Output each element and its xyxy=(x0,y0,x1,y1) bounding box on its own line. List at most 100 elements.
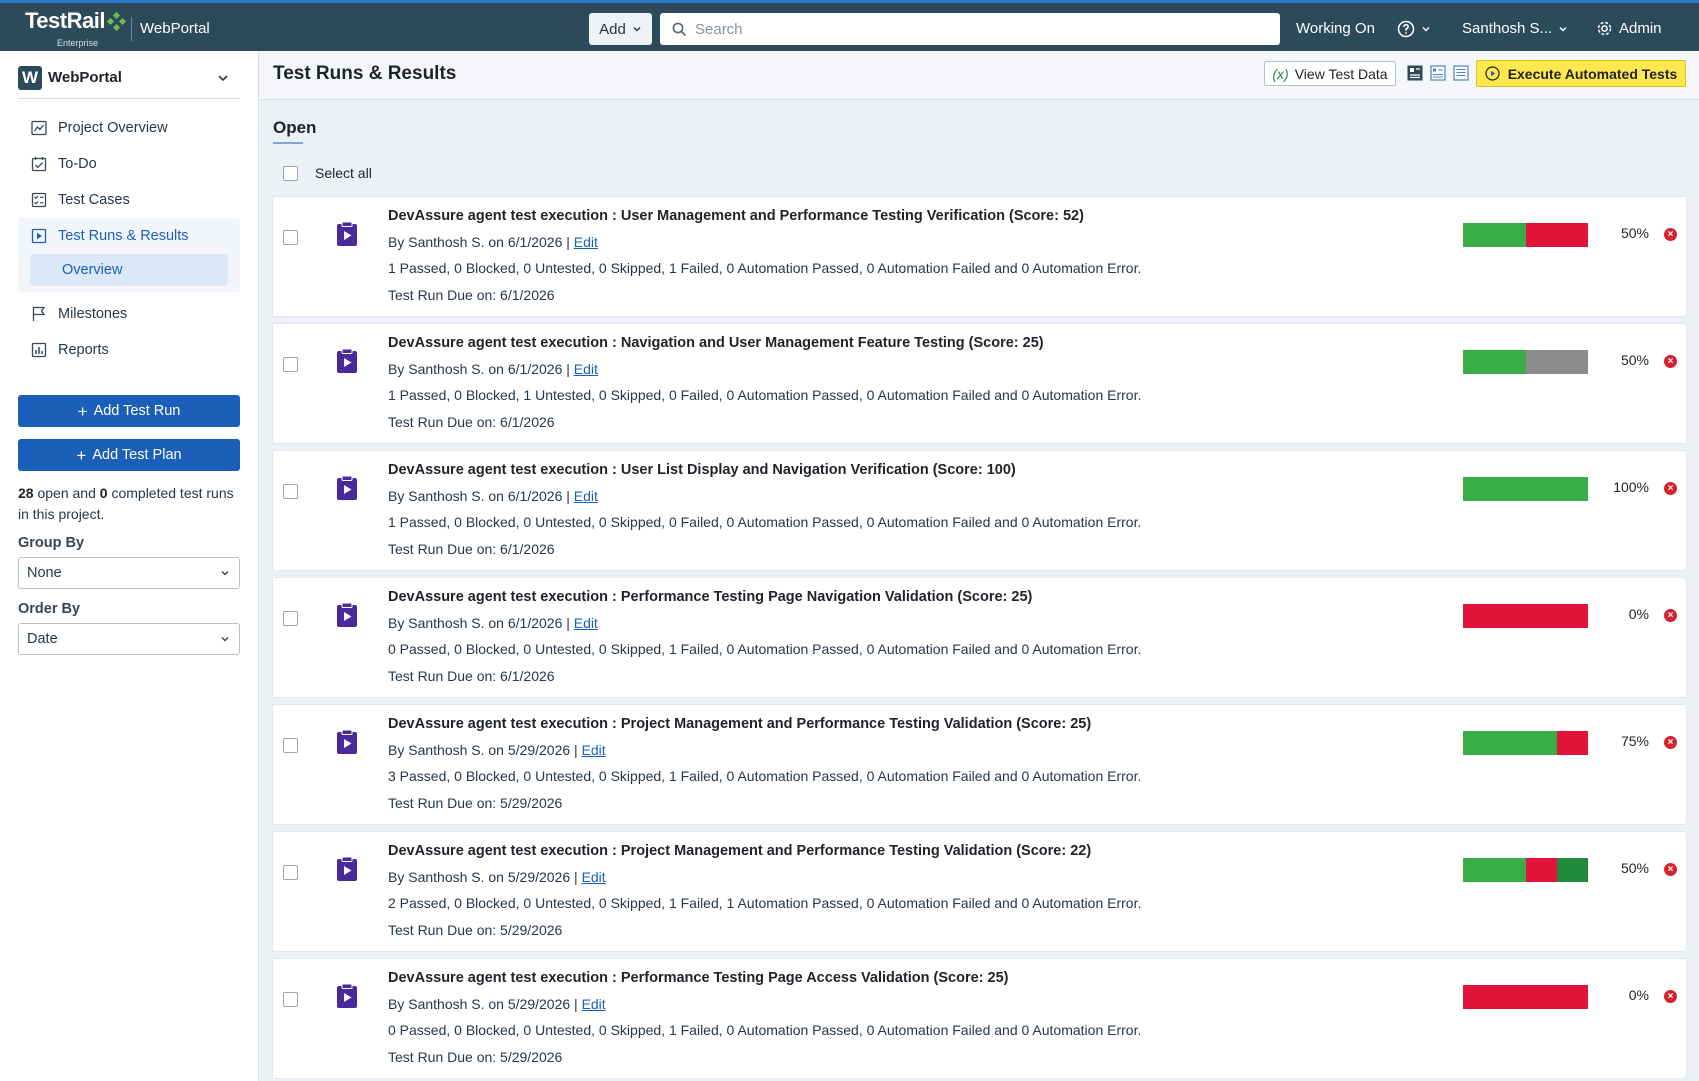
group-by-label: Group By xyxy=(18,535,85,551)
progress-bar xyxy=(1463,858,1588,882)
progress-segment xyxy=(1556,731,1588,755)
add-test-plan-button[interactable]: + Add Test Plan xyxy=(18,439,240,471)
sidebar-item-label: Test Runs & Results xyxy=(58,228,189,244)
sidebar-item-project-overview[interactable]: Project Overview xyxy=(18,110,240,146)
working-on-menu[interactable]: Working On xyxy=(1296,20,1375,37)
test-run-title[interactable]: DevAssure agent test execution : Navigat… xyxy=(388,335,1044,351)
progress-percent: 0% xyxy=(1628,606,1649,622)
header-project-name[interactable]: WebPortal xyxy=(140,20,210,37)
test-run-checkbox[interactable] xyxy=(283,738,298,753)
order-by-label: Order By xyxy=(18,601,81,617)
test-run-title[interactable]: DevAssure agent test execution : User Li… xyxy=(388,462,1016,478)
edit-link[interactable]: Edit xyxy=(582,869,606,885)
sidebar-item-milestones[interactable]: Milestones xyxy=(18,296,240,332)
help-menu[interactable] xyxy=(1397,20,1431,38)
select-all-row[interactable]: Select all xyxy=(283,165,372,181)
sidebar-item-test-cases[interactable]: Test Cases xyxy=(18,182,240,218)
group-by-select[interactable]: None xyxy=(18,557,240,589)
test-run-due: Test Run Due on: 6/1/2026 xyxy=(388,287,555,303)
progress-bar xyxy=(1463,477,1588,501)
progress-percent: 50% xyxy=(1620,860,1649,876)
test-run-icon xyxy=(337,856,357,881)
chevron-down-icon xyxy=(1559,26,1567,31)
progress-segment xyxy=(1525,223,1588,247)
test-runs-list: DevAssure agent test execution : User Ma… xyxy=(273,197,1686,1081)
close-run-icon[interactable]: × xyxy=(1664,228,1677,241)
test-run-title[interactable]: DevAssure agent test execution : Project… xyxy=(388,716,1091,732)
test-run-due: Test Run Due on: 5/29/2026 xyxy=(388,922,563,938)
test-run-checkbox[interactable] xyxy=(283,484,298,499)
add-test-run-label: Add Test Run xyxy=(93,403,181,419)
select-all-checkbox[interactable] xyxy=(283,165,298,181)
test-run-title[interactable]: DevAssure agent test execution : Project… xyxy=(388,843,1091,859)
test-run-checkbox[interactable] xyxy=(283,992,298,1007)
close-run-icon[interactable]: × xyxy=(1664,355,1677,368)
edit-link[interactable]: Edit xyxy=(582,742,606,758)
execute-automated-tests-button[interactable]: Execute Automated Tests xyxy=(1476,60,1686,87)
test-run-byline: By Santhosh S. on 6/1/2026 | Edit xyxy=(388,234,598,250)
completed-count: 0 xyxy=(99,485,108,501)
admin-link[interactable]: Admin xyxy=(1596,20,1662,37)
help-icon xyxy=(1397,20,1415,38)
add-menu-button[interactable]: Add xyxy=(589,13,652,45)
test-run-checkbox[interactable] xyxy=(283,357,298,372)
sidebar-item-label: Reports xyxy=(58,342,109,358)
test-run-icon xyxy=(337,729,357,754)
test-run-checkbox[interactable] xyxy=(283,865,298,880)
sidebar-item-test-runs[interactable]: Test Runs & Results xyxy=(18,218,240,254)
sidebar-item-label: To-Do xyxy=(58,156,97,172)
search-input[interactable] xyxy=(695,20,1255,38)
edit-link[interactable]: Edit xyxy=(574,361,598,377)
test-run-byline: By Santhosh S. on 5/29/2026 | Edit xyxy=(388,996,606,1012)
test-run-row: DevAssure agent test execution : Navigat… xyxy=(273,324,1686,443)
view-detailed-icon[interactable] xyxy=(1407,65,1423,81)
edition-label: Enterprise xyxy=(57,38,99,48)
progress-bar xyxy=(1463,350,1588,374)
add-test-plan-label: Add Test Plan xyxy=(92,447,182,463)
user-menu[interactable]: Santhosh S... xyxy=(1462,20,1568,37)
sidebar-item-label: Test Cases xyxy=(58,192,130,208)
edit-link[interactable]: Edit xyxy=(574,488,598,504)
test-run-author: By Santhosh S. on 5/29/2026 | xyxy=(388,996,578,1012)
execute-label: Execute Automated Tests xyxy=(1507,65,1678,82)
search-box[interactable] xyxy=(660,13,1280,45)
reports-icon xyxy=(30,341,48,359)
close-run-icon[interactable]: × xyxy=(1664,736,1677,749)
test-run-stats: 3 Passed, 0 Blocked, 0 Untested, 0 Skipp… xyxy=(388,768,1142,784)
close-run-icon[interactable]: × xyxy=(1664,609,1677,622)
test-run-title[interactable]: DevAssure agent test execution : User Ma… xyxy=(388,208,1084,224)
logo-mark-icon xyxy=(106,11,127,32)
test-run-due: Test Run Due on: 6/1/2026 xyxy=(388,668,555,684)
view-compact-icon[interactable] xyxy=(1430,65,1446,81)
sidebar-subitem-overview[interactable]: Overview xyxy=(30,254,228,286)
progress-segment xyxy=(1463,604,1588,628)
sidebar-item-reports[interactable]: Reports xyxy=(18,332,240,368)
test-run-title[interactable]: DevAssure agent test execution : Perform… xyxy=(388,970,1009,986)
test-run-title[interactable]: DevAssure agent test execution : Perform… xyxy=(388,589,1032,605)
close-run-icon[interactable]: × xyxy=(1664,863,1677,876)
header-divider xyxy=(131,17,132,41)
chevron-down-icon xyxy=(1422,27,1430,32)
sidebar-item-todo[interactable]: To-Do xyxy=(18,146,240,182)
sidebar: W WebPortal Project Overview To-Do Test … xyxy=(0,51,259,1081)
close-run-icon[interactable]: × xyxy=(1664,482,1677,495)
order-by-value: Date xyxy=(27,631,58,647)
sidebar-group-test-runs: Test Runs & Results Overview xyxy=(18,218,240,292)
test-run-checkbox[interactable] xyxy=(283,611,298,626)
project-selector[interactable]: W WebPortal xyxy=(18,63,240,99)
add-test-run-button[interactable]: + Add Test Run xyxy=(18,395,240,427)
edit-link[interactable]: Edit xyxy=(582,996,606,1012)
order-by-select[interactable]: Date xyxy=(18,623,240,655)
edit-link[interactable]: Edit xyxy=(574,615,598,631)
test-run-checkbox[interactable] xyxy=(283,230,298,245)
search-icon xyxy=(672,22,687,36)
view-test-data-button[interactable]: (x) View Test Data xyxy=(1264,61,1396,86)
test-run-author: By Santhosh S. on 6/1/2026 | xyxy=(388,615,570,631)
edit-link[interactable]: Edit xyxy=(574,234,598,250)
testrail-logo[interactable]: TestRail Enterprise xyxy=(25,9,127,49)
close-run-icon[interactable]: × xyxy=(1664,990,1677,1003)
test-run-byline: By Santhosh S. on 6/1/2026 | Edit xyxy=(388,361,598,377)
test-run-stats: 1 Passed, 0 Blocked, 0 Untested, 0 Skipp… xyxy=(388,514,1142,530)
view-list-icon[interactable] xyxy=(1453,65,1469,81)
chevron-down-icon xyxy=(218,75,228,82)
